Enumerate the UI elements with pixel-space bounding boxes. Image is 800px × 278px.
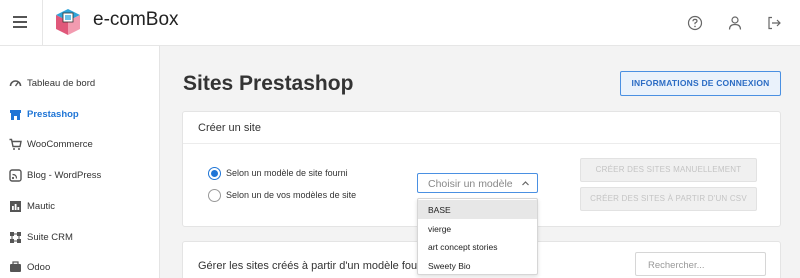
- sidebar-item-label: WooCommerce: [27, 139, 93, 150]
- radio-provided-model[interactable]: [208, 167, 221, 180]
- sidebar-item-label: Prestashop: [27, 109, 79, 120]
- chart-icon: [10, 201, 21, 212]
- top-header: e-comBox: [0, 0, 800, 46]
- page-title: Sites Prestashop: [183, 72, 354, 95]
- logout-icon[interactable]: [765, 14, 783, 32]
- ecombox-logo-icon: [56, 9, 80, 35]
- search-placeholder: Rechercher...: [648, 260, 705, 271]
- create-csv-button[interactable]: CRÉER DES SITES À PARTIR D'UN CSV: [580, 187, 757, 211]
- menu-icon[interactable]: [13, 16, 27, 28]
- crm-icon: [10, 232, 21, 243]
- sidebar-item-woocommerce[interactable]: WooCommerce: [0, 133, 160, 157]
- user-icon[interactable]: [726, 14, 744, 32]
- header-divider: [42, 0, 43, 46]
- model-dropdown: BASE vierge art concept stories Sweety B…: [417, 198, 538, 275]
- odoo-icon: [10, 261, 21, 272]
- sidebar-item-label: Tableau de bord: [27, 78, 96, 89]
- dropdown-option-art-concept[interactable]: art concept stories: [418, 237, 537, 256]
- model-select[interactable]: Choisir un modèle: [417, 173, 538, 193]
- sidebar-item-wordpress[interactable]: Blog - WordPress: [0, 164, 160, 188]
- dashboard-icon: [9, 80, 22, 87]
- sidebar: Tableau de bord Prestashop WooCommerce B…: [0, 46, 160, 278]
- radio-own-model[interactable]: [208, 189, 221, 202]
- sidebar-item-label: Odoo: [27, 262, 51, 273]
- sidebar-item-label: Suite CRM: [27, 232, 73, 243]
- radio-own-label: Selon un de vos modèles de site: [226, 190, 357, 200]
- dropdown-option-sweety-bio[interactable]: Sweety Bio: [418, 256, 537, 275]
- sidebar-item-dashboard[interactable]: Tableau de bord: [0, 72, 160, 96]
- help-icon[interactable]: [686, 14, 704, 32]
- sidebar-item-label: Blog - WordPress: [27, 170, 102, 181]
- app-brand: e-comBox: [93, 9, 179, 30]
- sidebar-item-label: Mautic: [27, 201, 55, 212]
- wordpress-icon: [9, 169, 22, 182]
- select-placeholder: Choisir un modèle: [428, 178, 513, 190]
- sidebar-item-suite-crm[interactable]: Suite CRM: [0, 226, 160, 250]
- radio-provided-label: Selon un modèle de site fourni: [226, 168, 348, 178]
- dropdown-option-base[interactable]: BASE: [418, 200, 537, 219]
- sidebar-item-mautic[interactable]: Mautic: [0, 195, 160, 219]
- shop-icon: [10, 110, 21, 120]
- card-header: Créer un site: [183, 112, 780, 144]
- chevron-up-icon: [522, 181, 529, 186]
- search-input[interactable]: Rechercher...: [635, 252, 766, 276]
- dropdown-option-vierge[interactable]: vierge: [418, 219, 537, 238]
- create-manual-button[interactable]: CRÉER DES SITES MANUELLEMENT: [580, 158, 757, 182]
- card-title: Gérer les sites créés à partir d'un modè…: [198, 260, 430, 272]
- sidebar-item-prestashop[interactable]: Prestashop: [0, 103, 160, 127]
- connection-info-button[interactable]: INFORMATIONS DE CONNEXION: [620, 71, 781, 96]
- card-title: Créer un site: [198, 122, 261, 134]
- sidebar-item-odoo[interactable]: Odoo: [0, 256, 160, 278]
- cart-icon: [9, 138, 22, 150]
